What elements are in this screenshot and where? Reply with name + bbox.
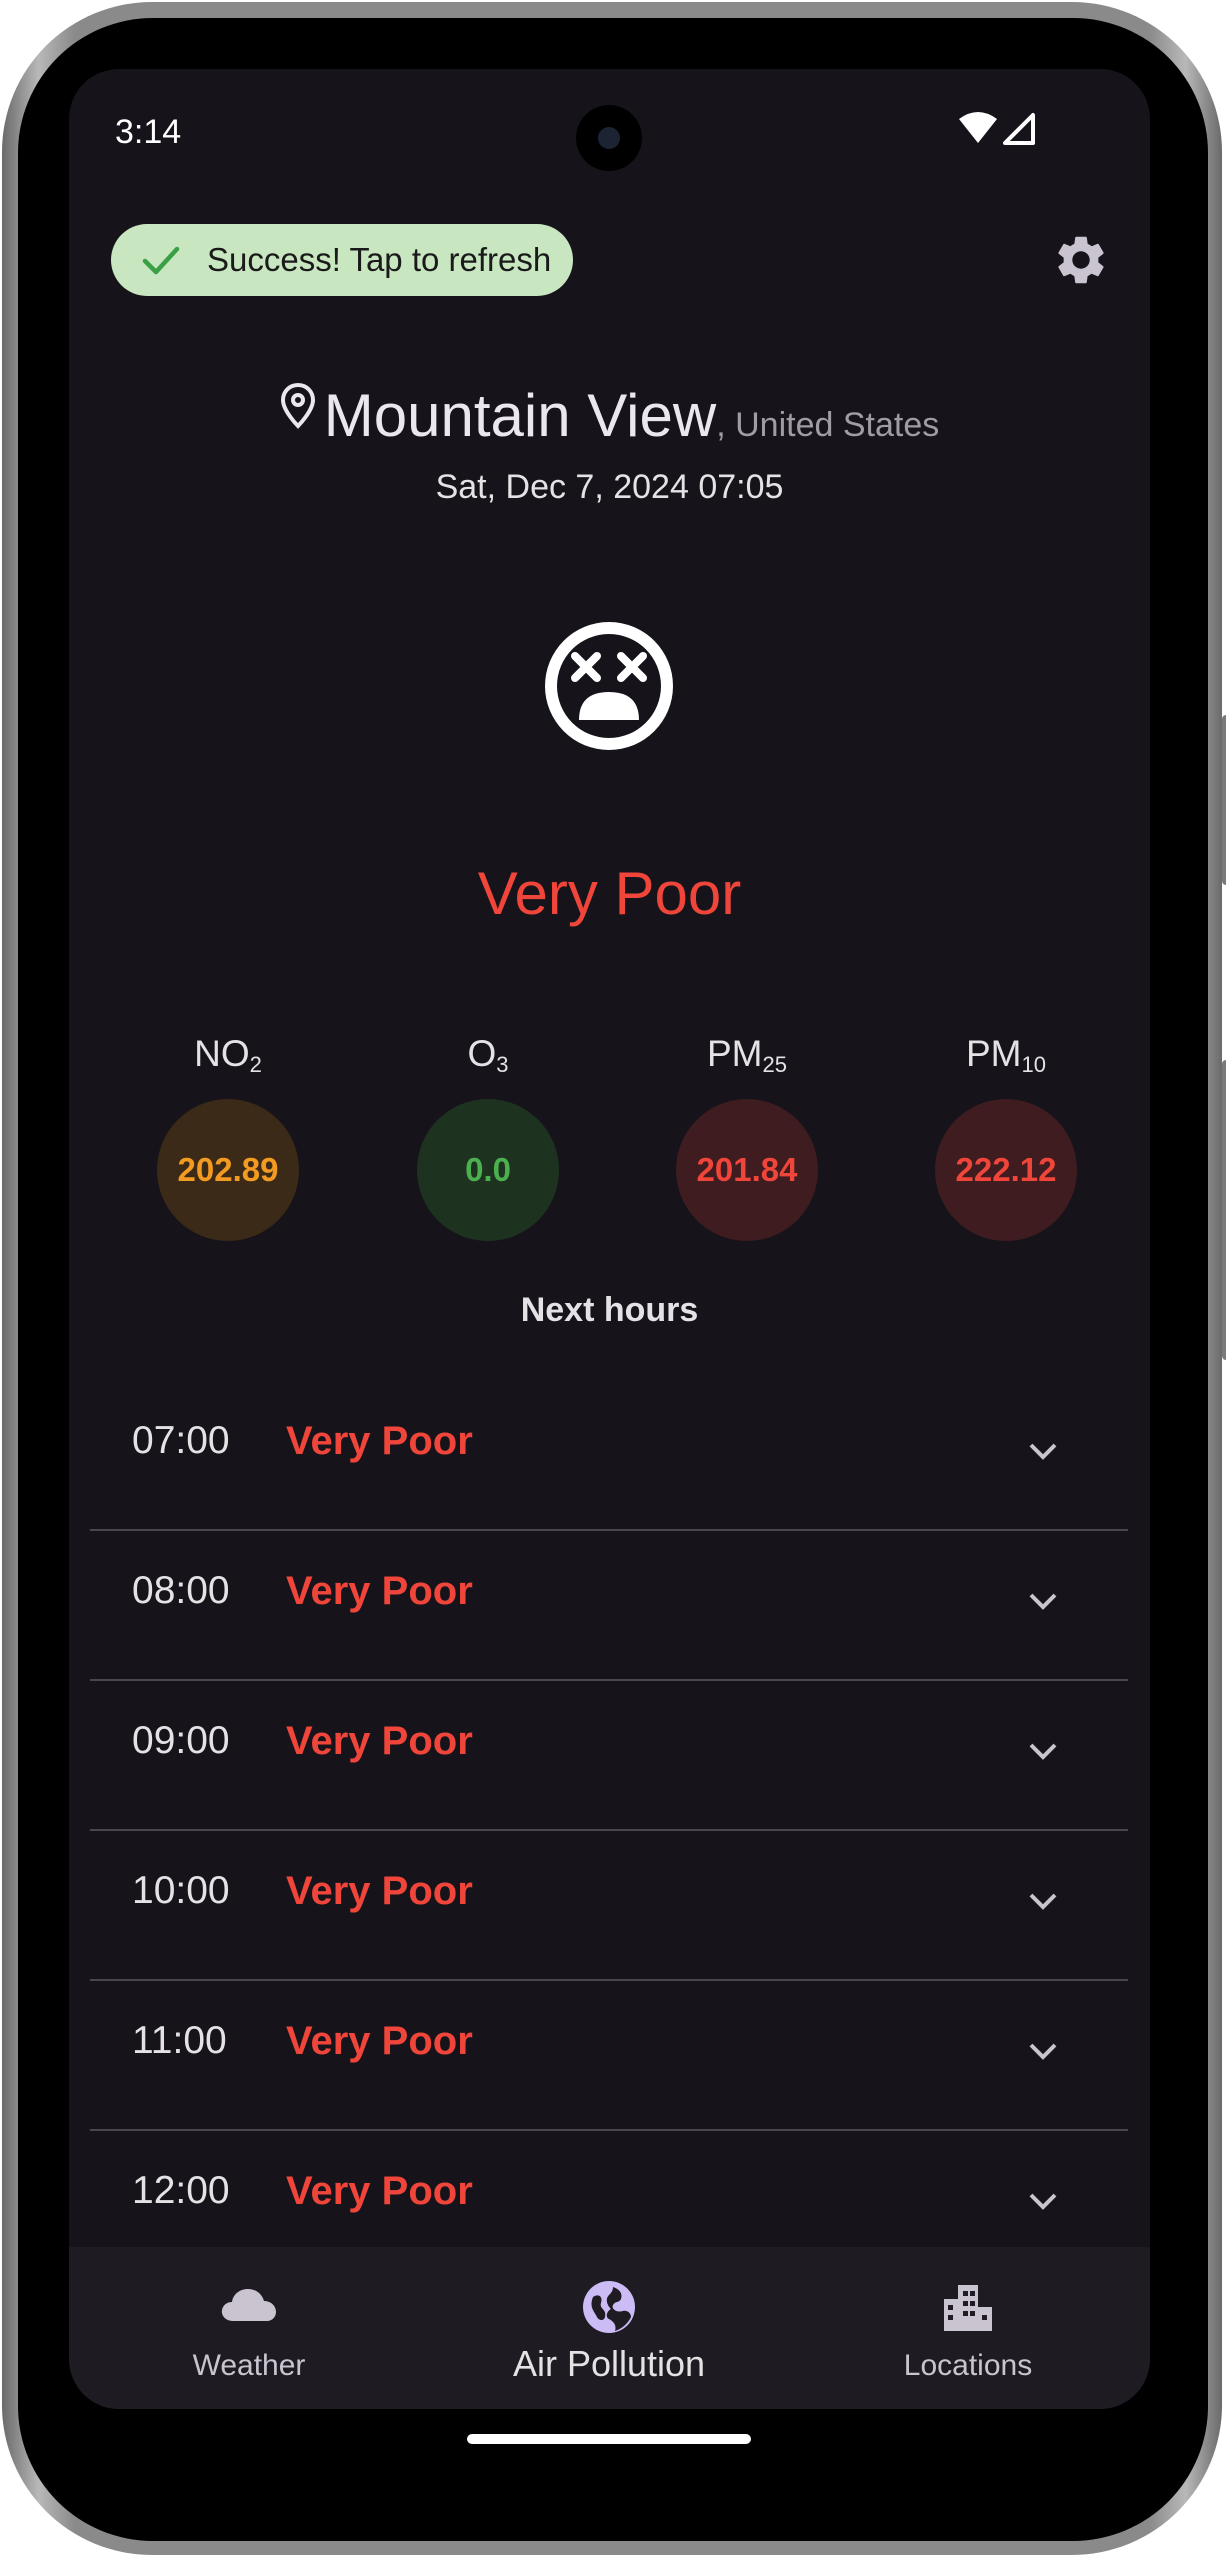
- volume-button: [1222, 1060, 1226, 1360]
- globe-icon: [583, 2281, 635, 2333]
- gesture-bar[interactable]: [467, 2434, 751, 2444]
- refresh-toast[interactable]: Success! Tap to refresh: [111, 224, 574, 296]
- chevron-down-icon[interactable]: [1023, 1431, 1063, 1471]
- signal-icon: [1003, 113, 1035, 145]
- hour-time: 10:00: [132, 1869, 230, 1912]
- nav-item-air-pollution[interactable]: Air Pollution: [459, 2247, 759, 2409]
- status-time: 3:14: [115, 113, 182, 151]
- pollutant-name: PM25: [707, 1033, 787, 1077]
- gear-icon[interactable]: [1052, 231, 1110, 289]
- pollutant-o3: O3 0.0: [408, 1029, 568, 1241]
- pollutant-no2: NO2 202.89: [148, 1029, 308, 1241]
- location-header: Mountain View, United States: [69, 381, 1150, 450]
- pollutant-name: NO2: [194, 1033, 262, 1077]
- phone-frame: 3:14 Success! Tap to refresh Mountain Vi…: [0, 0, 1226, 2559]
- pollutant-value: 222.12: [935, 1099, 1077, 1241]
- status-bar: 3:14: [69, 69, 1150, 199]
- country-name: , United States: [716, 406, 940, 444]
- list-item[interactable]: 10:00 Very Poor: [90, 1831, 1128, 1981]
- city-icon: [944, 2285, 992, 2331]
- datetime-label: Sat, Dec 7, 2024 07:05: [435, 468, 784, 506]
- hour-quality: Very Poor: [286, 2169, 473, 2213]
- hour-quality: Very Poor: [286, 2019, 473, 2063]
- city-name: Mountain View: [323, 382, 717, 449]
- hour-quality: Very Poor: [286, 1869, 473, 1913]
- chevron-down-icon[interactable]: [1023, 1881, 1063, 1921]
- nav-label: Air Pollution: [512, 2343, 706, 2384]
- air-quality-label: Very Poor: [477, 860, 742, 927]
- list-item[interactable]: 07:00 Very Poor: [90, 1381, 1128, 1531]
- hourly-forecast-list[interactable]: 07:00 Very Poor 08:00 Very Poor 09:00 Ve…: [90, 1381, 1128, 2287]
- next-hours-title: Next hours: [520, 1291, 699, 1329]
- dizzy-face-icon: [545, 622, 673, 750]
- nav-label: Weather: [192, 2349, 306, 2382]
- chevron-down-icon[interactable]: [1023, 1581, 1063, 1621]
- hour-quality: Very Poor: [286, 1419, 473, 1463]
- hour-time: 11:00: [132, 2019, 227, 2062]
- nav-item-weather[interactable]: Weather: [99, 2247, 399, 2409]
- list-item[interactable]: 08:00 Very Poor: [90, 1531, 1128, 1681]
- list-item[interactable]: 09:00 Very Poor: [90, 1681, 1128, 1831]
- cloud-icon: [221, 2289, 276, 2321]
- chevron-down-icon[interactable]: [1023, 2181, 1063, 2221]
- pollutant-value: 202.89: [157, 1099, 299, 1241]
- pollutant-pm10: PM10 222.12: [926, 1029, 1086, 1241]
- location-pin-icon: [280, 382, 315, 429]
- app-screen: 3:14 Success! Tap to refresh Mountain Vi…: [69, 69, 1150, 2409]
- nav-label: Locations: [903, 2349, 1033, 2382]
- list-item[interactable]: 11:00 Very Poor: [90, 1981, 1128, 2131]
- pollutant-name: PM10: [966, 1033, 1046, 1077]
- chevron-down-icon[interactable]: [1023, 1731, 1063, 1771]
- hour-quality: Very Poor: [286, 1719, 473, 1763]
- hour-time: 07:00: [132, 1419, 230, 1462]
- hour-time: 12:00: [132, 2169, 230, 2212]
- wifi-icon: [959, 112, 997, 143]
- toast-label: Success! Tap to refresh: [207, 241, 552, 278]
- pollutant-value: 201.84: [676, 1099, 818, 1241]
- power-button: [1222, 715, 1226, 885]
- pollutant-pm25: PM25 201.84: [667, 1029, 827, 1241]
- status-icons: [959, 112, 1035, 145]
- check-icon: [142, 246, 180, 275]
- bottom-navigation: Weather Air Pollution Locations: [69, 2247, 1150, 2409]
- chevron-down-icon[interactable]: [1023, 2031, 1063, 2071]
- front-camera: [576, 105, 642, 171]
- pollutant-value: 0.0: [417, 1099, 559, 1241]
- hour-time: 09:00: [132, 1719, 230, 1762]
- nav-item-locations[interactable]: Locations: [818, 2247, 1118, 2409]
- hour-time: 08:00: [132, 1569, 230, 1612]
- pollutant-name: O3: [467, 1033, 509, 1077]
- hour-quality: Very Poor: [286, 1569, 473, 1613]
